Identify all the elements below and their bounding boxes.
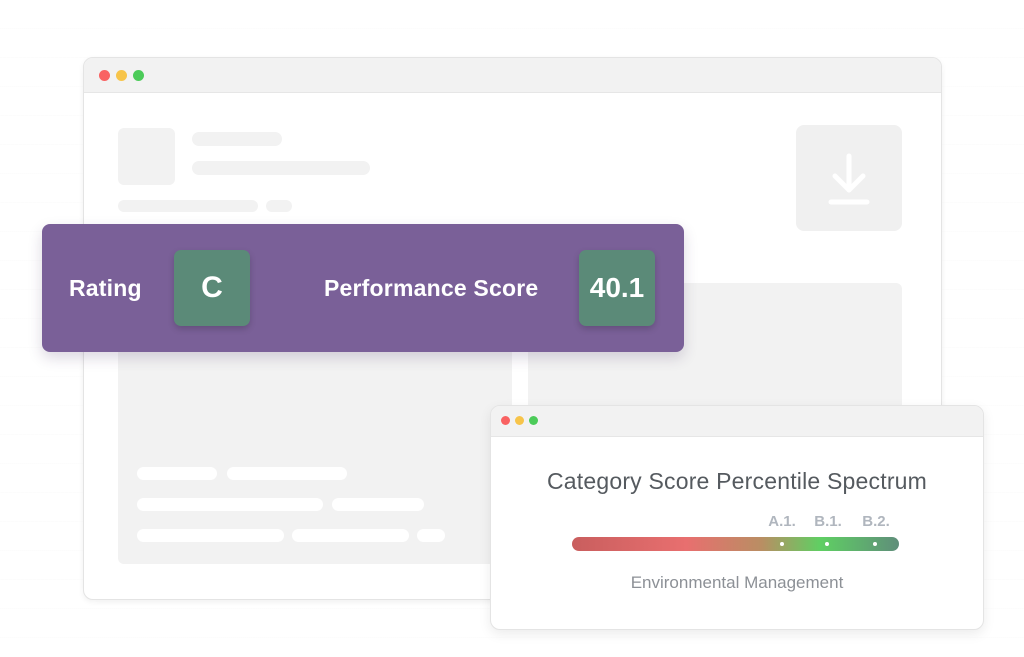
close-dot-icon[interactable]: [99, 70, 110, 81]
rating-value-badge: C: [174, 250, 250, 326]
marker-dot-b2: [873, 542, 877, 546]
spectrum-window: Category Score Percentile Spectrum A.1. …: [490, 405, 984, 630]
marker-label-b1: B.1.: [814, 513, 842, 530]
close-dot-icon[interactable]: [501, 416, 510, 425]
marker-dot-b1: [825, 542, 829, 546]
text-placeholder-line: [417, 529, 445, 542]
text-placeholder-line: [292, 529, 409, 542]
marker-label-a1: A.1.: [768, 513, 796, 530]
subtitle-placeholder-line: [192, 161, 370, 175]
marker-label-b2: B.2.: [862, 513, 890, 530]
minimize-dot-icon[interactable]: [116, 70, 127, 81]
performance-score-value: 40.1: [589, 272, 645, 303]
percentile-spectrum-bar: [572, 537, 899, 551]
spectrum-caption: Environmental Management: [630, 573, 844, 592]
window-titlebar: [491, 406, 983, 437]
minimize-dot-icon[interactable]: [515, 416, 524, 425]
text-placeholder-line: [137, 498, 323, 511]
title-placeholder-line: [192, 132, 282, 146]
performance-score-badge: 40.1: [579, 250, 655, 326]
meta-placeholder-chip: [266, 200, 292, 212]
logo-placeholder: [118, 128, 175, 185]
marker-dot-a1: [780, 542, 784, 546]
download-button[interactable]: [796, 125, 902, 231]
performance-score-label: Performance Score: [324, 274, 539, 301]
meta-placeholder-line: [118, 200, 258, 212]
spectrum-title: Category Score Percentile Spectrum: [546, 468, 928, 494]
maximize-dot-icon[interactable]: [529, 416, 538, 425]
maximize-dot-icon[interactable]: [133, 70, 144, 81]
text-placeholder-line: [227, 467, 347, 480]
rating-value: C: [201, 271, 223, 304]
text-placeholder-line: [137, 467, 217, 480]
download-arrow-icon: [828, 153, 870, 205]
text-placeholder-line: [332, 498, 424, 511]
text-placeholder-line: [137, 529, 284, 542]
score-banner: Rating C Performance Score 40.1: [42, 224, 684, 352]
window-titlebar: [84, 58, 941, 93]
rating-label: Rating: [69, 274, 142, 301]
